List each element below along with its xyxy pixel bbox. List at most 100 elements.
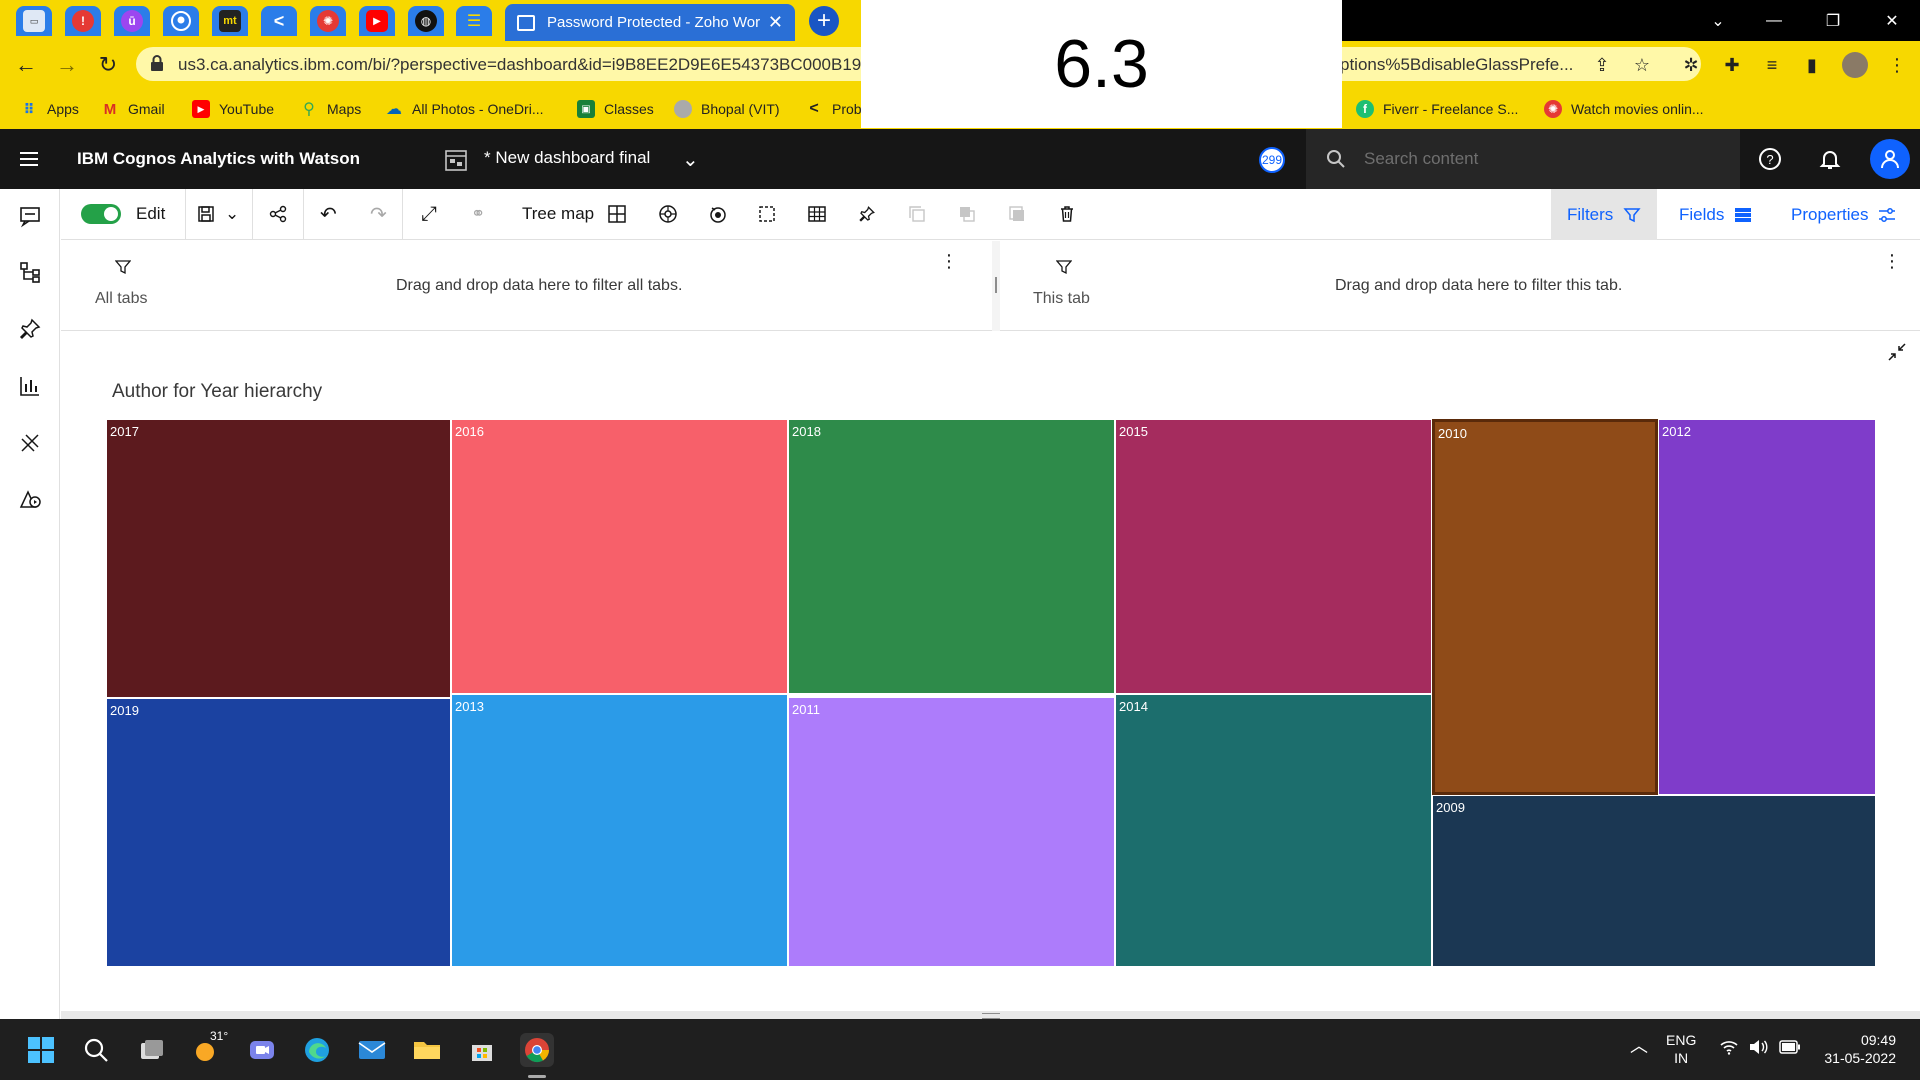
viz-type-label[interactable]: Tree map (522, 202, 594, 226)
duplicate-icon[interactable] (1008, 202, 1026, 226)
extensions-puzzle-icon[interactable]: ✚ (1720, 53, 1744, 77)
chrome-icon[interactable] (520, 1033, 554, 1067)
pin-icon[interactable] (858, 202, 876, 226)
filter-pane-resizer[interactable] (992, 241, 1000, 331)
weather-icon[interactable]: 31° (190, 1029, 228, 1067)
restore-button[interactable]: ❐ (1805, 0, 1861, 41)
paste-icon[interactable] (958, 202, 976, 226)
teams-chat-icon[interactable] (245, 1033, 279, 1067)
file-explorer-icon[interactable] (410, 1033, 444, 1067)
windows-start-icon[interactable] (24, 1033, 58, 1067)
hamburger-menu-icon[interactable] (20, 149, 38, 169)
battery-icon[interactable] (1779, 1040, 1801, 1054)
bookmark-youtube[interactable]: ▶ YouTube (192, 97, 274, 121)
media-queue-icon[interactable]: ≡ (1760, 53, 1784, 77)
pinned-tab-10[interactable]: ☰ (456, 6, 492, 36)
pin-icon[interactable] (18, 317, 42, 341)
chrome-menu-icon[interactable]: ⋮ (1885, 53, 1909, 77)
overflow-menu-icon[interactable]: ⋮ (940, 251, 958, 272)
all-tabs-filter-dropzone[interactable]: All tabs Drag and drop data here to filt… (61, 241, 992, 331)
user-avatar-button[interactable] (1870, 139, 1910, 179)
treemap-cell-2015[interactable]: 2015 (1115, 419, 1432, 694)
pinned-tab-github[interactable] (163, 6, 199, 36)
delete-trash-icon[interactable] (1058, 202, 1076, 226)
filters-panel-button[interactable]: Filters (1551, 189, 1657, 240)
bookmark-classes[interactable]: ▣ Classes (577, 97, 654, 121)
active-tab[interactable]: Password Protected - Zoho Work ✕ (505, 4, 795, 41)
side-panel-icon[interactable]: ▮ (1800, 53, 1824, 77)
bookmark-onedrive[interactable]: ☁ All Photos - OneDri... (385, 97, 544, 121)
copy-icon[interactable] (908, 202, 926, 226)
treemap-cell-2009[interactable]: 2009 (1432, 795, 1876, 967)
bookmark-movies[interactable]: ✺ Watch movies onlin... (1544, 97, 1704, 121)
microsoft-store-icon[interactable] (465, 1033, 499, 1067)
pinned-tab-youtube[interactable]: ▶ (359, 6, 395, 36)
animation-icon[interactable] (708, 202, 728, 226)
wifi-icon[interactable] (1720, 1039, 1738, 1055)
selection-box-icon[interactable] (758, 202, 776, 226)
treemap-cell-2012[interactable]: 2012 (1658, 419, 1876, 795)
pinned-tab-2[interactable]: ! (65, 6, 101, 36)
bookmark-apps[interactable]: ⠿ Apps (20, 97, 79, 121)
treemap-cell-2018[interactable]: 2018 (788, 419, 1115, 694)
bookmark-star-icon[interactable]: ☆ (1630, 53, 1654, 77)
pinned-tab-7[interactable]: ✺ (310, 6, 346, 36)
treemap-cell-2017[interactable]: 2017 (106, 419, 451, 698)
bookmark-gmail[interactable]: M Gmail (101, 97, 165, 121)
close-window-button[interactable]: ✕ (1864, 0, 1920, 41)
properties-panel-button[interactable]: Properties (1775, 189, 1912, 240)
minimize-button[interactable]: — (1746, 0, 1802, 41)
reload-button[interactable]: ↻ (94, 51, 122, 79)
pinned-tab-1[interactable]: ▭ (16, 6, 52, 36)
color-palette-icon[interactable] (658, 202, 678, 226)
shapes-icon[interactable] (18, 487, 42, 511)
pinned-tab-3[interactable]: ū (114, 6, 150, 36)
collapse-icon[interactable] (1887, 342, 1907, 362)
bookmark-prob[interactable]: < Prob (805, 97, 861, 121)
search-icon[interactable] (79, 1033, 113, 1067)
mail-icon[interactable] (355, 1033, 389, 1067)
redo-icon[interactable]: ↷ (370, 202, 387, 226)
tab-search-icon[interactable]: ⌄ (1690, 0, 1746, 41)
treemap-cell-2011[interactable]: 2011 (788, 697, 1115, 967)
treemap-grid-icon[interactable] (608, 202, 626, 226)
search-content-field[interactable]: Search content (1306, 129, 1740, 189)
share-icon[interactable]: ⇪ (1590, 53, 1614, 77)
pinned-tab-6[interactable]: < (261, 6, 297, 36)
treemap-cell-2014[interactable]: 2014 (1115, 694, 1432, 967)
treemap-cell-2016[interactable]: 2016 (451, 419, 788, 694)
pinned-tab-9[interactable]: ◍ (408, 6, 444, 36)
tray-overflow-chevron-icon[interactable]: ︿ (1630, 1037, 1648, 1055)
table-icon[interactable] (808, 202, 826, 226)
edit-mode-toggle[interactable] (81, 204, 121, 224)
back-button[interactable]: ← (12, 51, 40, 79)
bookmark-maps[interactable]: ⚲ Maps (300, 97, 361, 121)
bug-extension-icon[interactable]: ✲ (1679, 53, 1703, 77)
expand-icon[interactable]: ⤢ (421, 202, 437, 226)
undo-icon[interactable]: ↶ (320, 202, 337, 226)
treemap-cell-2010[interactable]: 2010 (1432, 419, 1658, 795)
treemap-cell-2013[interactable]: 2013 (451, 694, 788, 967)
clock[interactable]: 09:49 31-05-2022 (1816, 1031, 1896, 1067)
profile-avatar[interactable] (1842, 52, 1868, 78)
close-tab-icon[interactable]: ✕ (768, 12, 783, 33)
dashboard-title[interactable]: * New dashboard final (484, 148, 650, 168)
help-icon[interactable]: ? (1755, 144, 1785, 174)
edge-browser-icon[interactable] (300, 1033, 334, 1067)
bookmark-bhopal[interactable]: Bhopal (VIT) (674, 97, 780, 121)
comment-icon[interactable] (18, 204, 42, 228)
notification-count-badge[interactable]: 299 (1259, 147, 1285, 173)
data-tree-icon[interactable] (18, 260, 42, 284)
canvas-resize-handle[interactable] (61, 1011, 1920, 1019)
chevron-down-icon[interactable]: ⌄ (682, 147, 699, 172)
pinned-tab-5[interactable]: mt (212, 6, 248, 36)
task-view-icon[interactable] (135, 1033, 169, 1067)
this-tab-filter-dropzone[interactable]: This tab Drag and drop data here to filt… (1000, 241, 1920, 331)
fields-panel-button[interactable]: Fields (1663, 189, 1768, 240)
volume-icon[interactable] (1748, 1039, 1768, 1055)
bar-chart-icon[interactable] (18, 374, 42, 398)
save-icon[interactable] (197, 202, 215, 226)
forward-button[interactable]: → (53, 51, 81, 79)
filter-connections-icon[interactable]: ⚭ (471, 202, 485, 226)
treemap-chart[interactable]: 2017 2016 2018 2015 2010 2012 2019 2013 … (106, 419, 1876, 967)
